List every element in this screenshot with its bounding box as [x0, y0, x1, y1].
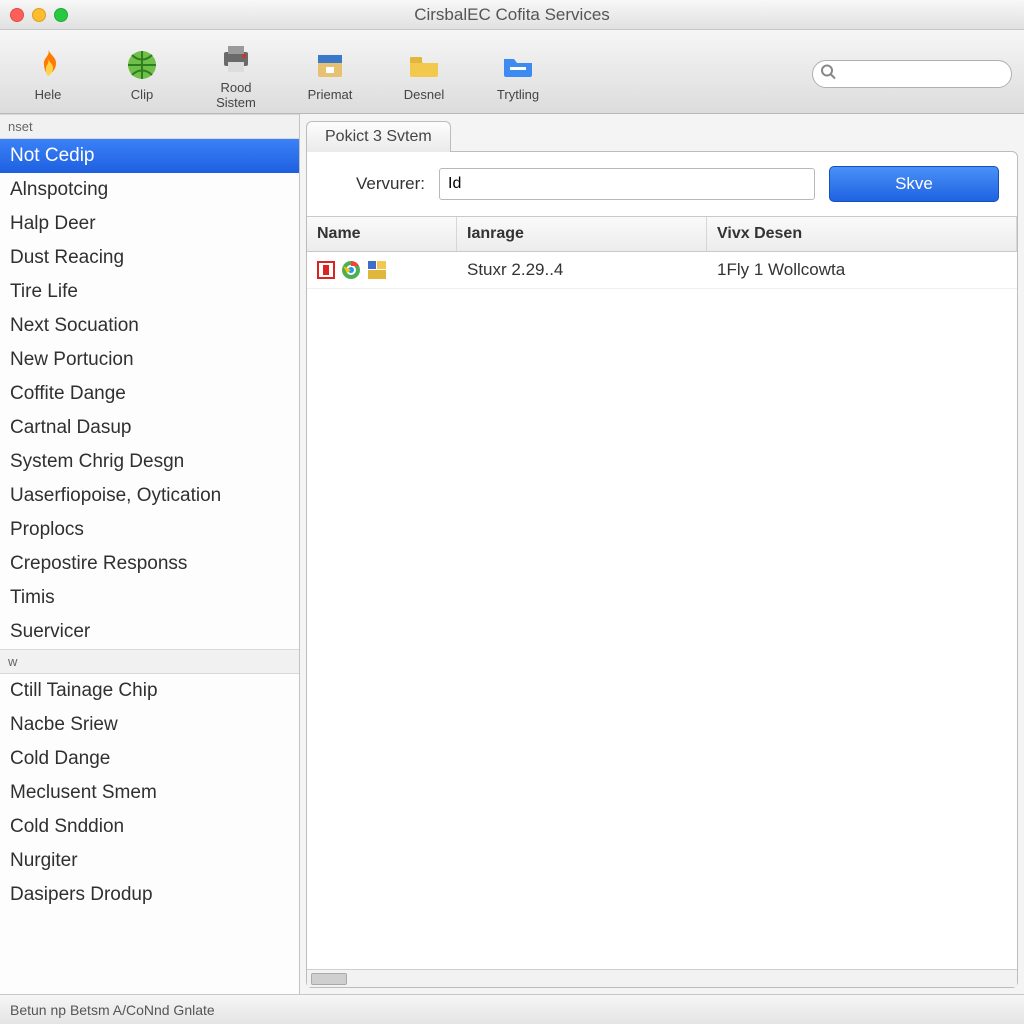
sidebar-item[interactable]: Alnspotcing [0, 173, 299, 207]
row-ianrage-cell: Stuxr 2.29..4 [467, 260, 717, 280]
sidebar-item[interactable]: Cold Snddion [0, 810, 299, 844]
sidebar-item[interactable]: Halp Deer [0, 207, 299, 241]
toolbar-label: Rood Sistem [200, 80, 272, 110]
sidebar-item[interactable]: Coffite Dange [0, 377, 299, 411]
close-icon[interactable] [10, 8, 24, 22]
vervurer-input[interactable] [439, 168, 815, 200]
toolbar-label: Hele [35, 87, 62, 102]
sidebar-item[interactable]: Dasipers Drodup [0, 878, 299, 912]
horizontal-scrollbar[interactable] [307, 969, 1017, 987]
table-header: Name Ianrage Vivx Desen [307, 216, 1017, 252]
sidebar-item[interactable]: Proplocs [0, 513, 299, 547]
toolbar-label: Trytling [497, 87, 539, 102]
folder-blue-icon [498, 45, 538, 85]
toolbar-clip[interactable]: Clip [106, 45, 178, 102]
sidebar-item[interactable]: Meclusent Smem [0, 776, 299, 810]
search-box [812, 60, 1012, 88]
chrome-icon [341, 260, 361, 280]
sidebar-item[interactable]: New Portucion [0, 343, 299, 377]
sidebar-item[interactable]: System Chrig Desgn [0, 445, 299, 479]
sidebar-group1-header: nset [0, 114, 299, 139]
sidebar-item[interactable]: Next Socuation [0, 309, 299, 343]
toolbar-priem[interactable]: Priemat [294, 45, 366, 102]
toolbar-hele[interactable]: Hele [12, 45, 84, 102]
body: nset Not CedipAlnspotcingHalp DeerDust R… [0, 114, 1024, 994]
tab-podict[interactable]: Pokict 3 Svtem [306, 121, 451, 152]
status-text: Betun np Betsm A/CoNnd Gnlate [10, 1002, 215, 1018]
sidebar-item[interactable]: Uaserfiopoise, Oytication [0, 479, 299, 513]
toolbar-desnel[interactable]: Desnel [388, 45, 460, 102]
row-vd-cell: 1Fly 1 Wollcowta [717, 260, 1007, 280]
sidebar-item[interactable]: Cartnal Dasup [0, 411, 299, 445]
sidebar-group2-header: w [0, 649, 299, 674]
toolbar-label: Clip [131, 87, 153, 102]
minimize-icon[interactable] [32, 8, 46, 22]
toolbar-rood[interactable]: Rood Sistem [200, 38, 272, 110]
status-bar: Betun np Betsm A/CoNnd Gnlate [0, 994, 1024, 1024]
sidebar-item[interactable]: Cold Dange [0, 742, 299, 776]
folder-yellow-icon [404, 45, 444, 85]
window-controls [10, 8, 68, 22]
row-name-cell [317, 260, 467, 280]
globe-icon [122, 45, 162, 85]
form-row: Vervurer: Skve [307, 152, 1017, 216]
sidebar-item[interactable]: Tire Life [0, 275, 299, 309]
table-row[interactable]: Stuxr 2.29..41Fly 1 Wollcowta [307, 252, 1017, 289]
zoom-icon[interactable] [54, 8, 68, 22]
main: Pokict 3 Svtem Vervurer: Skve Name Ianra… [300, 114, 1024, 994]
window-title: CirsbalEC Cofita Services [0, 5, 1024, 25]
search-icon [820, 63, 836, 84]
panel: Vervurer: Skve Name Ianrage Vivx Desen S… [306, 151, 1018, 988]
flag-icon [317, 261, 335, 279]
toolbar-label: Desnel [404, 87, 444, 102]
printer-icon [216, 38, 256, 78]
sidebar-item[interactable]: Suervicer [0, 615, 299, 649]
sidebar-item[interactable]: Not Cedip [0, 139, 299, 173]
col-ianrage[interactable]: Ianrage [457, 217, 707, 251]
badge-icon [367, 260, 387, 280]
sidebar-group1-list: Not CedipAlnspotcingHalp DeerDust Reacin… [0, 139, 299, 649]
table-body: Stuxr 2.29..41Fly 1 Wollcowta [307, 252, 1017, 969]
sidebar: nset Not CedipAlnspotcingHalp DeerDust R… [0, 114, 300, 994]
toolbar-label: Priemat [308, 87, 353, 102]
vervurer-label: Vervurer: [325, 174, 425, 194]
sidebar-item[interactable]: Ctill Tainage Chip [0, 674, 299, 708]
sidebar-item[interactable]: Dust Reacing [0, 241, 299, 275]
toolbar: Hele Clip Rood Sistem Priemat Desnel Try… [0, 30, 1024, 114]
sidebar-group2-list: Ctill Tainage ChipNacbe SriewCold DangeM… [0, 674, 299, 912]
fire-icon [28, 45, 68, 85]
tabbar: Pokict 3 Svtem [306, 120, 1018, 151]
search-input[interactable] [812, 60, 1012, 88]
sidebar-item[interactable]: Nurgiter [0, 844, 299, 878]
col-vd[interactable]: Vivx Desen [707, 217, 1017, 251]
sidebar-item[interactable]: Crepostire Responss [0, 547, 299, 581]
save-button[interactable]: Skve [829, 166, 999, 202]
sidebar-item[interactable]: Timis [0, 581, 299, 615]
col-name[interactable]: Name [307, 217, 457, 251]
sidebar-item[interactable]: Nacbe Sriew [0, 708, 299, 742]
titlebar: CirsbalEC Cofita Services [0, 0, 1024, 30]
scroll-thumb[interactable] [311, 973, 347, 985]
toolbar-tryt[interactable]: Trytling [482, 45, 554, 102]
archive-icon [310, 45, 350, 85]
